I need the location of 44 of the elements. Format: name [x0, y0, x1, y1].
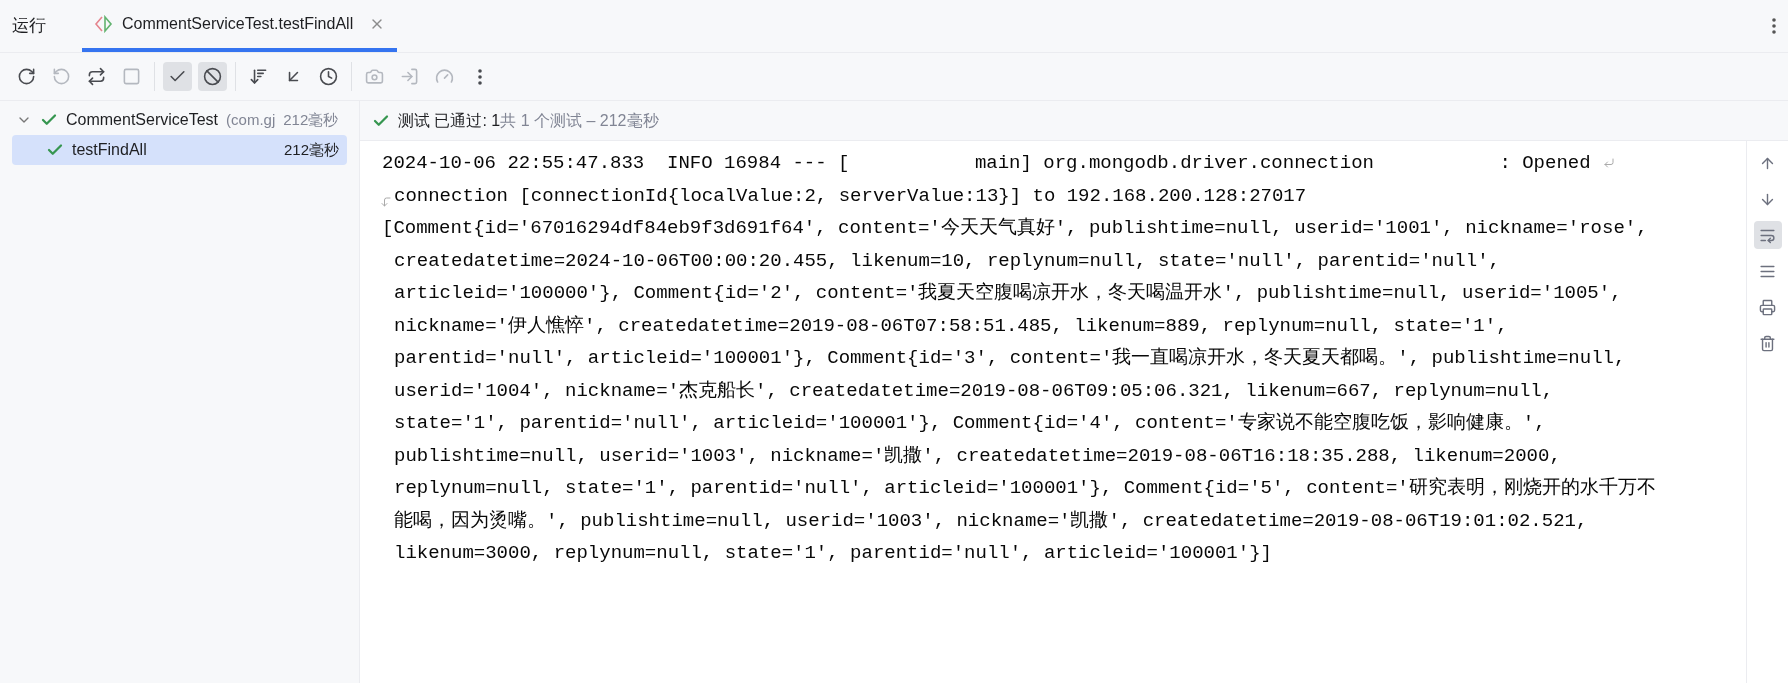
wrap-mark-icon [1602, 157, 1615, 170]
gauge-icon [435, 67, 454, 86]
console-line: state='1', parentid='null', articleid='100001'}, Comment{id='4', content='专家说不能空腹吃饭，影响健康。', [394, 411, 1546, 436]
more-icon [477, 68, 482, 85]
duration: 212毫秒 [283, 139, 339, 160]
wrap-button[interactable] [1753, 221, 1782, 249]
console-line: 能喝，因为烫嘴。', publishtime=null, userid='1003', nickname='凯撒', createdatetime=2019-08-06T19:01:02.521, [394, 508, 1588, 534]
console-line: userid='1004', nickname='杰克船长', createdatetime=2019-08-06T09:05:06.321, likenum=667, replynum=null, [394, 378, 1554, 404]
status-label: 测试 已通过: 1 [398, 110, 501, 131]
sort-icon [249, 67, 268, 86]
ban-button[interactable] [198, 62, 227, 91]
ban-icon [203, 67, 222, 86]
duration: 212毫秒 [283, 109, 339, 130]
console-line: createdatetime=2024-10-06T00:00:20.455, likenum=10, replynum=null, state='null', parentid='null', [394, 248, 1500, 274]
import-icon [400, 67, 419, 86]
repeat-icon [87, 67, 106, 86]
tree-item[interactable]: testFindAll 212毫秒 [12, 135, 347, 165]
console-line: parentid='null', articleid='100001'}, Comment{id='3', content='我一直喝凉开水，冬天夏天都喝。', publishtime=null, [394, 346, 1626, 371]
console-line: likenum=3000, replynum=null, state='1', parentid='null', articleid='100001'}] [394, 541, 1272, 566]
clock-icon [319, 67, 338, 86]
console-line: replynum=null, state='1', parentid='null', articleid='100001'}, Comment{id='5', content='研究表明，刚烧开的水千万不 [394, 476, 1656, 501]
package-name: (com.gj [226, 109, 276, 130]
trash-icon [1759, 334, 1776, 352]
console-line: [Comment{id='67016294df84eb9f3d691f64', content='今天天气真好', publishtime=null, userid='1001', nickname='rose', [382, 216, 1648, 241]
console-line: publishtime=null, userid='1003', nickname='凯撒', createdatetime=2019-08-06T16:18:35.288, likenum=2000, [394, 443, 1561, 469]
stop-icon [122, 67, 141, 86]
rerun-failed-icon [52, 67, 71, 86]
status-summary: 共 1 个测试 – 212毫秒 [500, 110, 659, 131]
console-line: nickname='伊人憔悴', createdatetime=2019-08-06T07:58:51.485, likenum=889, replynum=null, state='1', [394, 313, 1508, 339]
console-line: articleid='100000'}, Comment{id='2', content='我夏天空腹喝凉开水，冬天喝温开水', publishtime=null, userid='1005', [394, 281, 1622, 306]
more-icon[interactable] [1772, 18, 1776, 34]
test-icon [94, 14, 114, 33]
tree-item[interactable]: CommentServiceTest (com.gj 212毫秒 [12, 105, 347, 135]
printer-icon [1759, 298, 1776, 316]
camera-icon [365, 67, 384, 86]
wrap-mark-icon [380, 195, 392, 208]
tab-label: CommentServiceTest.testFindAll [122, 13, 354, 34]
test-class-name: CommentServiceTest [66, 110, 219, 130]
panel-title: 运行 [12, 14, 46, 37]
test-method-name: testFindAll [72, 140, 148, 160]
console-line: connection [connectionId{localValue:2, serverValue:13}] to 192.168.200.128:27017 [394, 183, 1307, 209]
console-line: 2024-10-06 22:55:47.833 INFO 16984 --- [ main] org.mongodb.driver.connection : Opened [382, 151, 1591, 176]
checkmark-button[interactable] [163, 62, 192, 91]
rerun-icon [17, 67, 36, 86]
